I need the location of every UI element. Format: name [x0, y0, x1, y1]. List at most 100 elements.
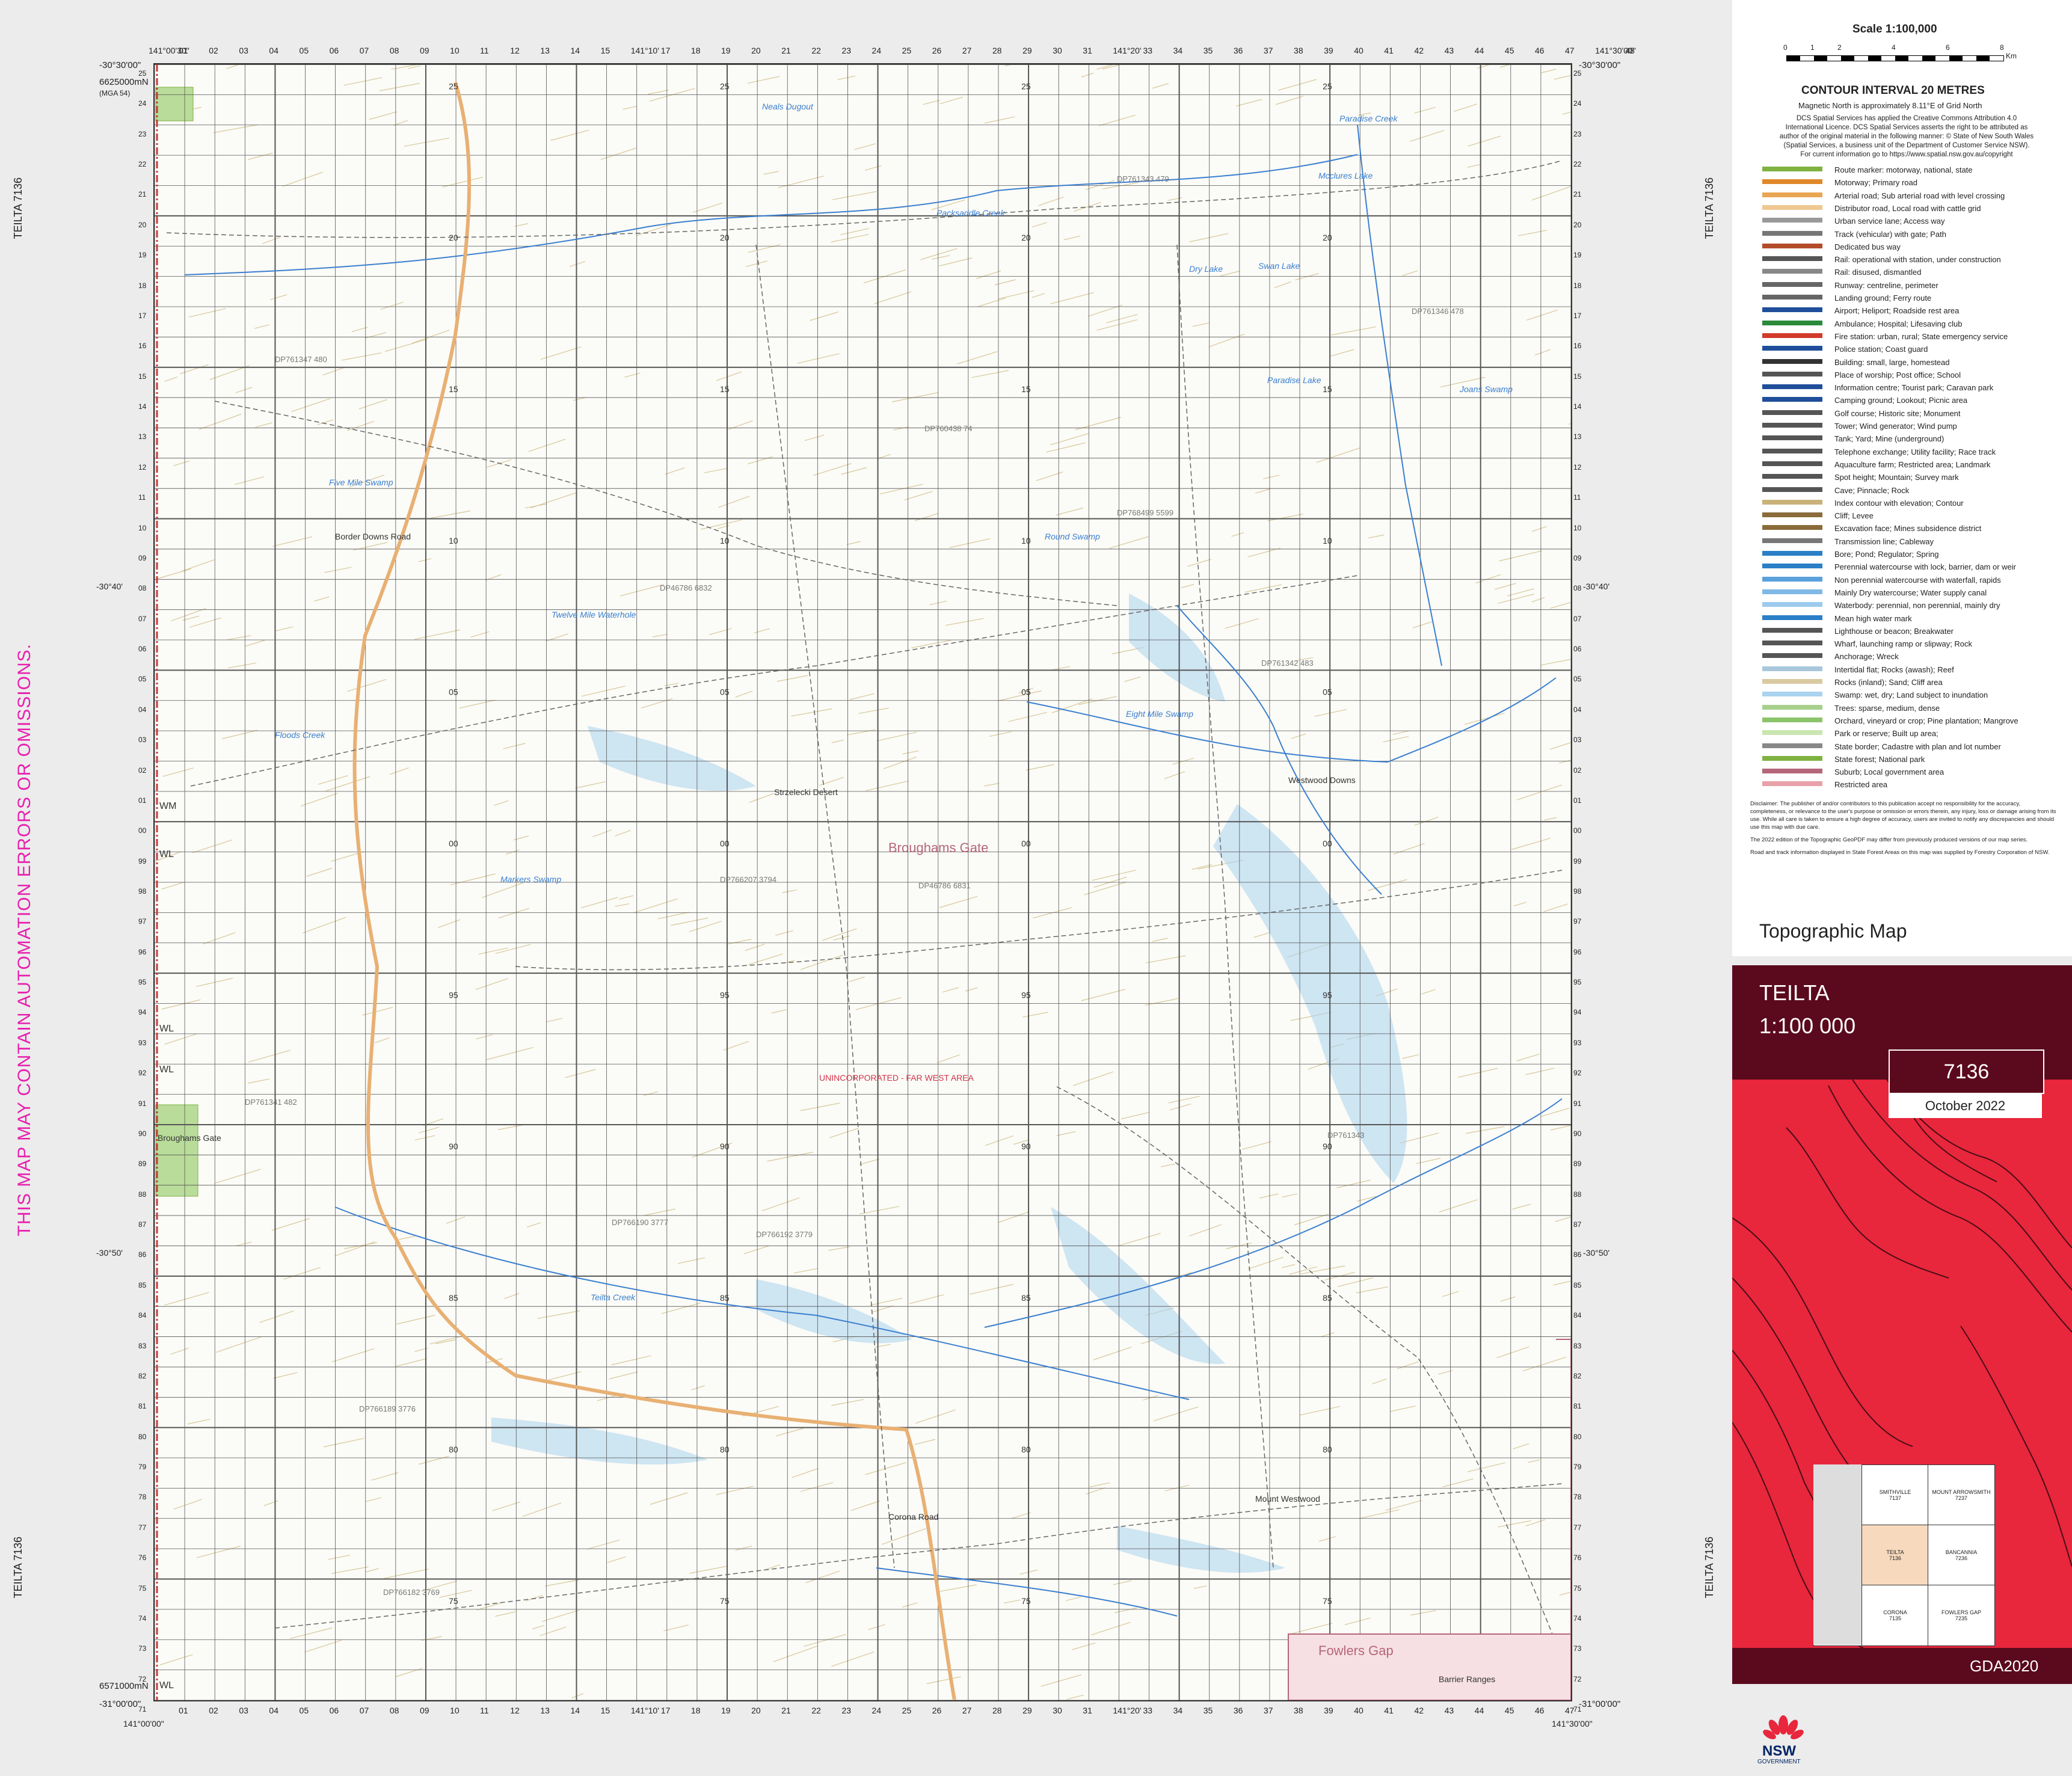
left-tick-label: 14	[138, 402, 147, 411]
left-tick-label: 97	[138, 917, 147, 926]
left-tick-label: 94	[138, 1008, 147, 1017]
park-top-left	[155, 87, 194, 121]
right-tick-label: 74	[1573, 1614, 1582, 1623]
svg-text:75: 75	[1021, 1596, 1031, 1606]
left-tick-label: 11	[138, 493, 146, 502]
right-tick-label: 05	[1573, 675, 1582, 684]
legend-symbol	[1762, 666, 1822, 671]
legend-symbol	[1762, 256, 1822, 262]
svg-text:75: 75	[449, 1596, 458, 1606]
adjoining-sheet-number: 7137	[1889, 1495, 1902, 1501]
lat-mark: -30°40'	[96, 582, 123, 592]
legend-note: Road and track information displayed in …	[1750, 849, 2050, 856]
zone-mark: WL	[159, 1024, 174, 1034]
legend-symbol	[1762, 192, 1822, 197]
bottom-tick-label: 40	[1354, 1706, 1363, 1715]
right-tick-label: 72	[1573, 1674, 1582, 1683]
top-tick-label: 27	[962, 46, 972, 55]
bottom-tick-label: 14	[570, 1706, 580, 1715]
legend-symbol	[1762, 295, 1822, 300]
svg-text:75: 75	[720, 1596, 730, 1606]
top-tick-label: 15	[600, 46, 610, 55]
svg-text:20: 20	[1323, 233, 1332, 242]
top-tick-label: 34	[1173, 46, 1183, 55]
svg-text:20: 20	[720, 233, 730, 242]
sheet-id-right-top: TEILTA 7136	[1703, 177, 1715, 239]
topographic-map[interactable]: 25 25 25 25 20 20 20 20 15 15 15 15 10 10 10 10 05 05 05 05…	[155, 64, 1571, 1700]
map-body[interactable]: 25 25 25 25 20 20 20 20 15 15 15 15 10 10 10 10 05 05 05 05…	[153, 63, 1572, 1701]
place-label: Twelve Mile Waterhole	[552, 610, 636, 619]
legend-symbol	[1762, 320, 1822, 325]
place-label: Border Downs Road	[335, 532, 411, 541]
right-tick-label: 83	[1573, 1341, 1582, 1350]
svg-text:10: 10	[720, 536, 730, 545]
bottom-tick-label: 38	[1294, 1706, 1303, 1715]
right-tick-label: 77	[1573, 1523, 1582, 1532]
adjoining-sa-area	[1813, 1464, 1861, 1645]
scale-title: Scale 1:100,000	[1852, 23, 1937, 35]
svg-text:80: 80	[720, 1445, 730, 1454]
top-tick-label: 24	[872, 46, 882, 55]
corner-bottom-left-lat: -31°00'00"	[99, 1699, 141, 1709]
left-tick-labels: 25 24 23 22 21 20 19 18 17 16 15 14 13 12 11 10 09 08 07 06…	[96, 63, 153, 1713]
left-tick-label: 05	[138, 675, 147, 684]
top-tick-label: 42	[1414, 46, 1424, 55]
left-tick-label: 95	[138, 978, 147, 987]
top-tick-label: 44	[1474, 46, 1484, 55]
bottom-tick-label: 33	[1143, 1706, 1153, 1715]
top-tick-label: 40	[1354, 46, 1363, 55]
parcel-label: DP761342 483	[1261, 659, 1314, 668]
left-tick-label: 09	[138, 553, 147, 562]
bottom-tick-label: 05	[299, 1706, 309, 1715]
right-tick-label: 97	[1573, 917, 1582, 926]
legend-symbol	[1762, 692, 1822, 697]
right-tick-label: 85	[1573, 1280, 1582, 1289]
top-tick-label: 41	[1384, 46, 1394, 55]
legend-symbol	[1762, 384, 1822, 390]
legend-label: Tower; Wind generator; Wind pump	[1834, 422, 1957, 431]
place-label: Barrier Ranges	[1439, 1674, 1495, 1684]
left-tick-label: 17	[138, 311, 147, 320]
parcel-label: DP766182 3769	[383, 1588, 440, 1597]
left-tick-label: 19	[138, 251, 147, 260]
svg-text:85: 85	[1021, 1293, 1031, 1303]
scale-bar-graphic	[1786, 55, 2004, 61]
legend-note: Disclaimer: The publisher of and/or cont…	[1750, 800, 2056, 831]
place-label: Broughams Gate	[888, 840, 988, 855]
bottom-start-longitude: 141°00'00"	[123, 1719, 164, 1728]
adjoining-sheet-name: FOWLERS GAP	[1941, 1609, 1981, 1615]
adjoining-sheet: TEILTA 7136	[1861, 1525, 1929, 1586]
cover-datum: GDA2020	[1970, 1657, 2039, 1675]
svg-text:90: 90	[1323, 1141, 1332, 1151]
top-tick-label: 02	[209, 46, 218, 55]
bottom-tick-label: 12	[510, 1706, 520, 1715]
adjoining-sheet: CORONA 7135	[1861, 1585, 1929, 1646]
legend-symbol	[1762, 755, 1822, 761]
legend-label: Suburb; Local government area	[1834, 767, 1944, 777]
bottom-tick-label: 34	[1173, 1706, 1183, 1715]
legend-symbol	[1762, 499, 1822, 505]
parcel-label: DP760438 74	[924, 424, 973, 433]
place-label: Westwood Downs	[1288, 775, 1356, 785]
top-tick-label: 31	[1083, 46, 1092, 55]
left-tick-label: 88	[138, 1190, 147, 1199]
svg-text:80: 80	[1323, 1445, 1332, 1454]
bottom-tick-label: 26	[932, 1706, 942, 1715]
left-tick-label: 89	[138, 1160, 147, 1169]
legend-symbol	[1762, 371, 1822, 376]
left-tick-label: 91	[138, 1099, 147, 1108]
legend-symbol	[1762, 704, 1822, 710]
top-tick-label: 141°20'	[1113, 46, 1142, 55]
right-tick-label: 86	[1573, 1250, 1582, 1259]
right-tick-label: 91	[1573, 1099, 1582, 1108]
right-tick-label: 07	[1573, 614, 1582, 623]
place-label: Swan Lake	[1258, 261, 1300, 271]
adjoining-sheet-name: BANCANNIA	[1945, 1549, 1978, 1555]
park-broughams-gate	[155, 1104, 198, 1197]
left-tick-label: 83	[138, 1341, 147, 1350]
left-tick-label: 13	[138, 432, 147, 441]
svg-text:00: 00	[1323, 839, 1332, 849]
legend-symbol	[1762, 730, 1822, 736]
legend-symbol	[1762, 218, 1822, 223]
place-label: Mcclures Lake	[1318, 171, 1373, 180]
